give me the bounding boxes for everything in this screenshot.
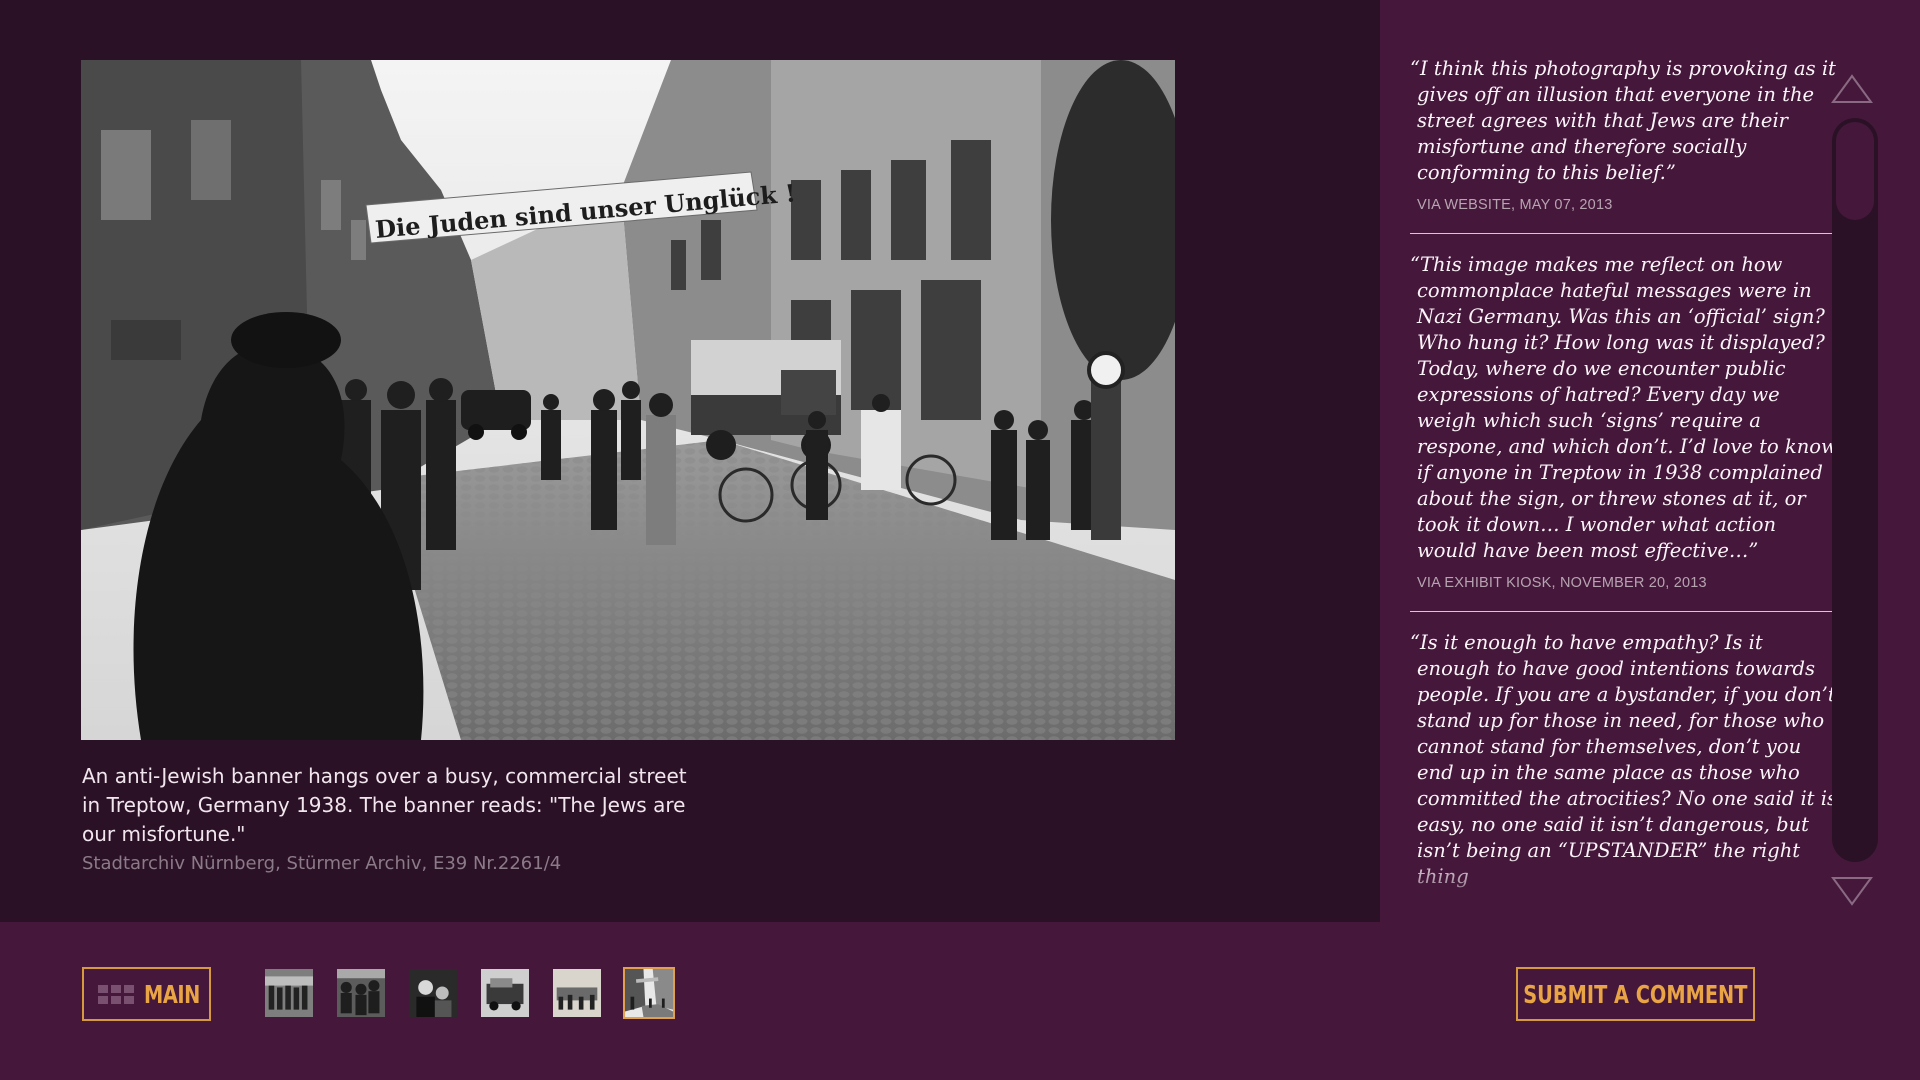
photo-caption: An anti-Jewish banner hangs over a busy,… — [82, 764, 687, 846]
scrollbar-thumb[interactable] — [1836, 122, 1874, 220]
main-button-label: MAIN — [144, 979, 200, 1009]
comment-item: “Is it enough to have empathy? Is it eno… — [1410, 630, 1840, 910]
comment-meta: VIA WEBSITE, MAY 07, 2013 — [1417, 197, 1613, 213]
thumbnail-2[interactable] — [335, 967, 387, 1019]
chevron-up-icon[interactable] — [1831, 74, 1873, 104]
submit-comment-label: SUBMIT A COMMENT — [1523, 979, 1748, 1009]
app-root: Die Juden sind unser Unglück ! An anti-J… — [0, 0, 1920, 1080]
comments-list[interactable]: “I think this photography is provoking a… — [1410, 56, 1840, 914]
bottom-bar: MAIN SUBMIT A COMMENT — [0, 922, 1920, 1080]
comment-meta: VIA EXHIBIT KIOSK, NOVEMBER 20, 2013 — [1417, 575, 1707, 591]
thumbnail-4[interactable] — [479, 967, 531, 1019]
comment-text: “Is it enough to have empathy? Is it eno… — [1410, 631, 1837, 888]
comment-item: “This image makes me reflect on how comm… — [1410, 252, 1840, 612]
comment-text: “This image makes me reflect on how comm… — [1410, 253, 1838, 562]
comment-item: “I think this photography is provoking a… — [1410, 56, 1840, 234]
comments-scrollbar[interactable] — [1832, 118, 1878, 862]
photo-credit: Stadtarchiv Nürnberg, Stürmer Archiv, E3… — [82, 853, 562, 874]
thumbnail-3[interactable] — [407, 967, 459, 1019]
submit-comment-button[interactable]: SUBMIT A COMMENT — [1516, 967, 1755, 1021]
main-panel: Die Juden sind unser Unglück ! An anti-J… — [0, 0, 1380, 922]
grid-icon — [98, 984, 134, 1004]
main-button[interactable]: MAIN — [82, 967, 211, 1021]
comment-text: “I think this photography is provoking a… — [1410, 57, 1836, 184]
chevron-down-icon[interactable] — [1831, 876, 1873, 906]
archival-photo: Die Juden sind unser Unglück ! — [81, 60, 1175, 740]
thumbnail-1[interactable] — [263, 967, 315, 1019]
thumbnail-6-active[interactable] — [623, 967, 675, 1019]
thumbnail-5[interactable] — [551, 967, 603, 1019]
